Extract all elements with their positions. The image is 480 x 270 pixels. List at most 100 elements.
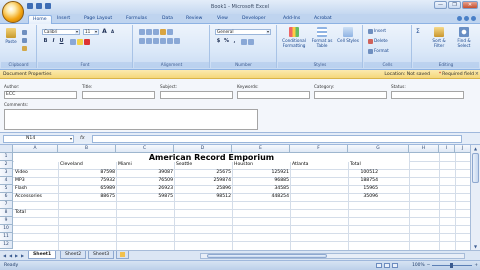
header-cell[interactable]: Houston — [232, 161, 290, 169]
data-cell[interactable]: 88675 — [58, 193, 115, 201]
row-header-2[interactable]: 2 — [0, 161, 13, 169]
column-header-d[interactable]: D — [174, 145, 232, 153]
percent-button[interactable]: % — [223, 38, 230, 45]
help-icon[interactable] — [457, 16, 462, 21]
fill-color-icon[interactable] — [77, 39, 83, 45]
header-cell[interactable]: Seattle — [174, 161, 232, 169]
row-header-8[interactable]: 8 — [0, 209, 13, 217]
tab-insert[interactable]: Insert — [57, 16, 70, 21]
align-middle-icon[interactable] — [146, 29, 152, 35]
category-field[interactable] — [314, 91, 387, 99]
formula-input[interactable] — [92, 135, 462, 143]
tab-developer[interactable]: Developer — [242, 16, 266, 21]
comments-field[interactable] — [4, 109, 258, 130]
status-field[interactable] — [391, 91, 464, 99]
data-cell[interactable]: 76509 — [116, 177, 173, 185]
align-right-icon[interactable] — [153, 38, 159, 44]
close-panel-icon[interactable]: × — [475, 71, 479, 77]
column-header-i[interactable]: I — [439, 145, 455, 153]
shrink-font-button[interactable]: A — [109, 28, 116, 35]
data-cell[interactable]: 26923 — [116, 185, 173, 193]
cut-button[interactable] — [22, 29, 28, 35]
zoom-level[interactable]: 100% — [412, 263, 425, 268]
row-header-5[interactable]: 5 — [0, 185, 13, 193]
data-cell[interactable]: 35096 — [348, 193, 378, 201]
zoom-slider[interactable] — [432, 263, 473, 268]
tab-review[interactable]: Review — [186, 16, 202, 21]
row-header-11[interactable]: 11 — [0, 233, 13, 241]
data-cell[interactable]: 448254 — [232, 193, 289, 201]
align-center-icon[interactable] — [146, 38, 152, 44]
data-cell[interactable] — [290, 193, 347, 201]
sheet-tab-3[interactable]: Sheet3 — [88, 251, 115, 259]
borders-icon[interactable] — [70, 39, 76, 45]
tab-formulas[interactable]: Formulas — [126, 16, 147, 21]
zoom-in-icon[interactable]: + — [474, 263, 478, 268]
row-header-4[interactable]: 4 — [0, 177, 13, 185]
column-header-c[interactable]: C — [116, 145, 174, 153]
data-cell[interactable]: 125921 — [232, 169, 289, 177]
column-header-a[interactable]: A — [13, 145, 58, 153]
next-sheet-icon[interactable]: ▶ — [14, 253, 19, 258]
data-cell[interactable]: 100512 — [348, 169, 378, 177]
data-cell[interactable]: 87598 — [58, 169, 115, 177]
format-painter-button[interactable] — [22, 45, 28, 51]
keywords-field[interactable] — [237, 91, 310, 99]
worksheet-grid[interactable]: A B C D E F G H I J 1 2 3 4 5 6 7 8 9 10… — [0, 145, 470, 250]
column-header-h[interactable]: H — [409, 145, 439, 153]
header-cell[interactable]: Miami — [116, 161, 174, 169]
delete-cells-button[interactable]: Delete — [368, 38, 388, 44]
column-header-j[interactable]: J — [455, 145, 470, 153]
tab-page-layout[interactable]: Page Layout — [84, 16, 112, 21]
font-color-icon[interactable] — [84, 39, 90, 45]
tab-acrobat[interactable]: Acrobat — [314, 16, 332, 21]
copy-button[interactable] — [22, 37, 28, 43]
data-cell[interactable]: 34585 — [232, 185, 289, 193]
italic-button[interactable]: I — [50, 38, 57, 45]
data-cell[interactable]: 25675 — [174, 169, 231, 177]
insert-cells-button[interactable]: Insert — [368, 28, 386, 34]
vertical-scroll-thumb[interactable] — [472, 153, 479, 183]
restore-button[interactable]: ❐ — [448, 1, 461, 9]
insert-sheet-tab[interactable] — [116, 251, 129, 259]
close-doc-icon[interactable] — [471, 16, 476, 21]
align-left-icon[interactable] — [139, 38, 145, 44]
row-header-3[interactable]: 3 — [0, 169, 13, 177]
underline-button[interactable]: U — [58, 38, 65, 45]
tab-add-ins[interactable]: Add-Ins — [283, 16, 300, 21]
data-cell[interactable]: 15965 — [348, 185, 378, 193]
scroll-up-icon[interactable]: ▲ — [471, 145, 480, 152]
close-button[interactable]: ✕ — [462, 1, 478, 9]
data-cell[interactable]: 75932 — [58, 177, 115, 185]
align-top-icon[interactable] — [139, 29, 145, 35]
data-cell[interactable] — [290, 177, 347, 185]
minimize-button[interactable]: — — [434, 1, 447, 9]
data-cell[interactable] — [290, 169, 347, 177]
insert-function-icon[interactable]: fx — [80, 135, 85, 141]
data-cell[interactable]: 39087 — [116, 169, 173, 177]
tab-home[interactable]: Home — [28, 15, 52, 24]
format-as-table-button[interactable]: Format as Table — [310, 27, 334, 48]
sheet-tab-1[interactable]: Sheet1 — [28, 251, 57, 259]
normal-view-icon[interactable] — [376, 263, 382, 268]
paste-button[interactable]: Paste — [4, 28, 18, 44]
author-field[interactable]: ECC — [4, 91, 77, 99]
column-header-g[interactable]: G — [348, 145, 409, 153]
comma-button[interactable]: , — [231, 38, 238, 45]
column-header-b[interactable]: B — [58, 145, 116, 153]
row-label-cell[interactable]: Flash — [15, 185, 27, 193]
row-header-9[interactable]: 9 — [0, 217, 13, 225]
data-cell[interactable]: 25896 — [174, 185, 231, 193]
first-sheet-icon[interactable]: ◀ — [2, 253, 7, 258]
horizontal-scrollbar[interactable] — [200, 253, 465, 259]
row-header-6[interactable]: 6 — [0, 193, 13, 201]
data-cell[interactable] — [290, 185, 347, 193]
page-break-view-icon[interactable] — [392, 263, 398, 268]
font-family-select[interactable]: Calibri — [42, 29, 80, 35]
grow-font-button[interactable]: A — [101, 28, 108, 35]
row-label-cell[interactable]: Accessories — [15, 193, 42, 201]
prev-sheet-icon[interactable]: ◀ — [8, 253, 13, 258]
horizontal-scroll-thumb[interactable] — [207, 254, 327, 258]
column-header-f[interactable]: F — [290, 145, 348, 153]
column-header-e[interactable]: E — [232, 145, 290, 153]
